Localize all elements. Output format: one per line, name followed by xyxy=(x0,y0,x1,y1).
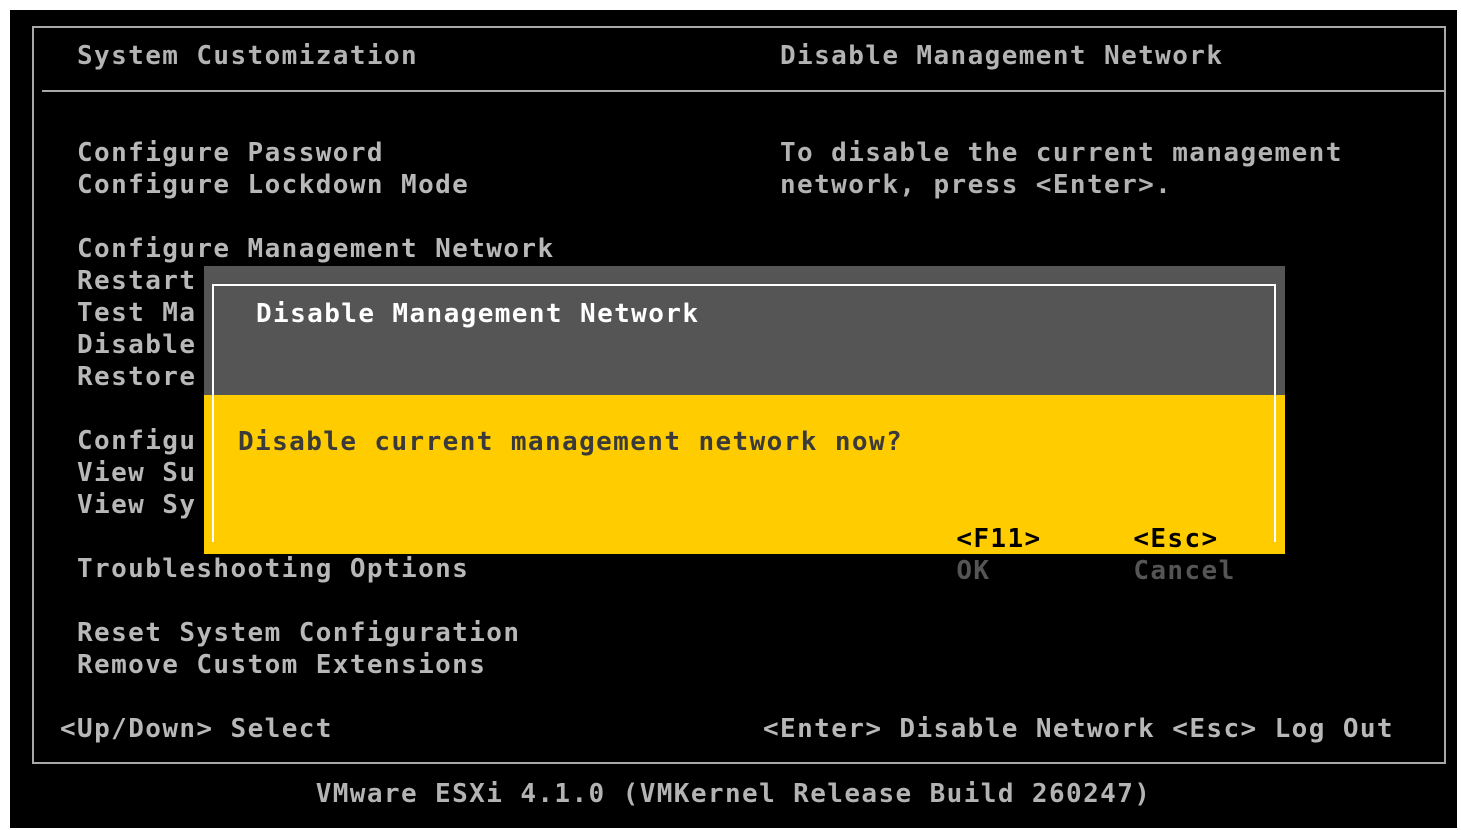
header-separator xyxy=(42,90,1446,92)
menu-item-configure-lockdown-mode[interactable]: Configure Lockdown Mode xyxy=(77,169,469,201)
cancel-button[interactable]: <Esc> Cancel xyxy=(1031,491,1236,619)
cancel-label: Cancel xyxy=(1133,556,1236,586)
description-line-2: network, press <Enter>. xyxy=(780,170,1173,200)
right-title: Disable Management Network xyxy=(780,41,1224,71)
menu-item-restart[interactable]: Restart xyxy=(77,265,196,297)
menu-item-test-management[interactable]: Test Ma xyxy=(77,297,196,329)
ok-key: <F11> xyxy=(956,524,1042,554)
dialog-question: Disable current management network now? xyxy=(238,427,904,457)
cancel-key: <Esc> xyxy=(1133,524,1219,554)
ok-button[interactable]: <F11> OK xyxy=(854,491,1042,619)
menu-item-troubleshooting-options[interactable]: Troubleshooting Options xyxy=(77,553,469,585)
menu-item-restore[interactable]: Restore xyxy=(77,361,196,393)
footer-action-hints: <Enter> Disable Network <Esc> Log Out xyxy=(763,714,1394,744)
left-title: System Customization xyxy=(77,41,419,71)
menu-item-remove-custom-extensions[interactable]: Remove Custom Extensions xyxy=(77,649,486,681)
menu-item-reset-system-configuration[interactable]: Reset System Configuration xyxy=(77,617,520,649)
menu-item-disable[interactable]: Disable xyxy=(77,329,196,361)
version-string: VMware ESXi 4.1.0 (VMKernel Release Buil… xyxy=(315,779,1152,809)
menu-item-configure-password[interactable]: Configure Password xyxy=(77,137,384,169)
confirm-dialog: Disable Management Network Disable curre… xyxy=(204,266,1285,586)
menu-item-view-system[interactable]: View Sy xyxy=(77,489,196,521)
dialog-title: Disable Management Network xyxy=(256,299,700,329)
footer-select-hint: <Up/Down> Select xyxy=(60,714,333,744)
menu-item-configure-management-network[interactable]: Configure Management Network xyxy=(77,233,555,265)
ok-label: OK xyxy=(956,556,991,586)
description-line-1: To disable the current management xyxy=(780,138,1343,168)
menu-item-view-support[interactable]: View Su xyxy=(77,457,196,489)
dcui-screen: System Customization Disable Management … xyxy=(10,10,1457,828)
menu-item-configure[interactable]: Configu xyxy=(77,425,196,457)
